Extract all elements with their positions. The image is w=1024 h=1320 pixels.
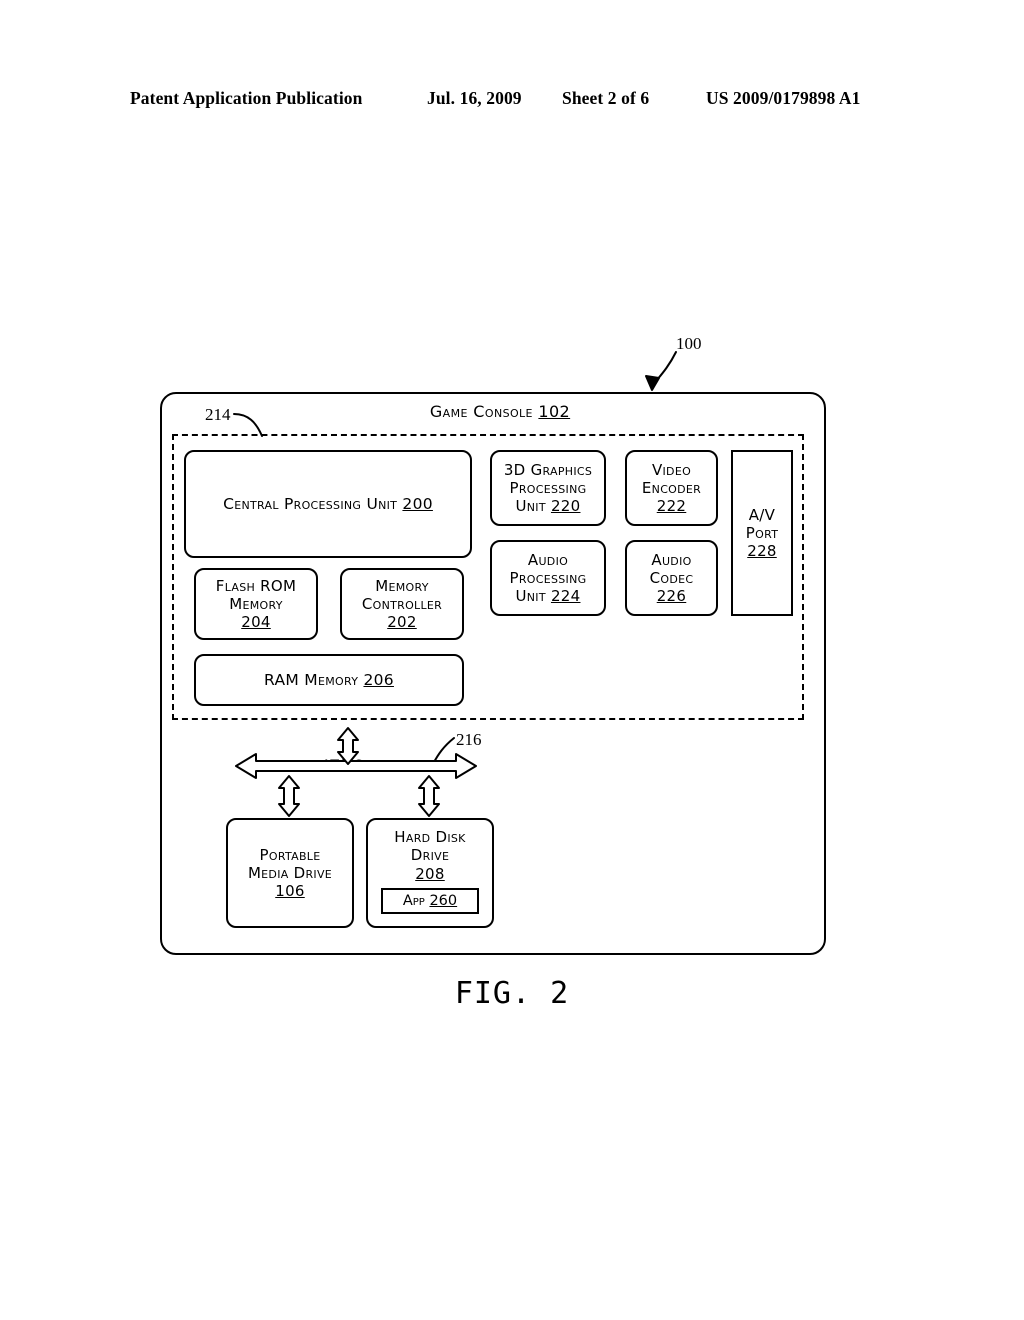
- flash-rom-label-line2: Memory: [229, 594, 283, 613]
- audio-codec-label-line2: Codec: [649, 568, 694, 587]
- leader-100-arrowhead: [645, 375, 660, 391]
- portable-media-drive-label-line1: Portable: [259, 845, 321, 864]
- ram-memory-ref: 206: [363, 670, 394, 689]
- flash-rom-label-line1: Flash ROM: [215, 576, 297, 595]
- app-label: App: [402, 893, 425, 909]
- gpu-ref: 220: [550, 497, 581, 516]
- leader-100: [651, 351, 677, 387]
- ram-memory-label: RAM Memory: [264, 670, 359, 689]
- hard-disk-drive-ref: 208: [415, 864, 445, 883]
- portable-media-drive-label-line2: Media Drive: [247, 863, 333, 882]
- block-av-port: A/V Port 228: [731, 450, 793, 616]
- callout-module-214: 214: [205, 405, 231, 424]
- video-encoder-label-line2: Encoder: [641, 478, 702, 497]
- memory-controller-label-line2: Controller: [361, 594, 443, 613]
- video-encoder-ref: 222: [656, 497, 687, 516]
- block-audio-processing-unit: Audio Processing Unit 224: [490, 540, 606, 616]
- figure-caption: FIG. 2: [454, 976, 570, 1011]
- av-port-label-line1: A/V: [748, 505, 776, 524]
- apu-ref: 224: [550, 587, 581, 606]
- block-ram-memory: RAM Memory 206: [194, 654, 464, 706]
- cpu-ref: 200: [402, 494, 433, 513]
- app-ref: 260: [429, 893, 458, 909]
- memory-controller-ref: 202: [387, 613, 417, 632]
- gpu-label-line2: Processing: [509, 478, 587, 497]
- apu-label-line2: Processing: [509, 568, 587, 587]
- cpu-label: Central Processing Unit: [223, 494, 398, 513]
- hard-disk-drive-label-line2: Drive: [410, 846, 450, 865]
- apu-label-line3: Unit: [515, 587, 546, 606]
- callout-system-100: 100: [676, 334, 702, 353]
- av-port-ref: 228: [747, 542, 777, 561]
- game-console-title: Game Console 102: [360, 402, 640, 421]
- block-flash-rom-memory: Flash ROM Memory 204: [194, 568, 318, 640]
- game-console-ref: 102: [538, 402, 571, 421]
- apu-label-line1: Audio: [527, 550, 569, 569]
- block-portable-media-drive: Portable Media Drive 106: [226, 818, 354, 928]
- gpu-label-line1: 3D Graphics: [503, 460, 593, 479]
- av-port-label-line2: Port: [745, 523, 779, 542]
- video-encoder-label-line1: Video: [651, 460, 692, 479]
- block-central-processing-unit: Central Processing Unit 200: [184, 450, 472, 558]
- block-3d-graphics-processing-unit: 3D Graphics Processing Unit 220: [490, 450, 606, 526]
- flash-rom-ref: 204: [241, 613, 271, 632]
- gpu-label-line3: Unit: [515, 497, 546, 516]
- block-memory-controller: Memory Controller 202: [340, 568, 464, 640]
- audio-codec-ref: 226: [656, 587, 687, 606]
- memory-controller-label-line1: Memory: [375, 576, 429, 595]
- hard-disk-drive-label-line1: Hard Disk: [394, 828, 466, 846]
- callout-bus-216: 216: [456, 730, 482, 749]
- game-console-title-text: Game Console: [429, 402, 533, 421]
- block-app: App 260: [381, 888, 479, 914]
- block-video-encoder: Video Encoder 222: [625, 450, 718, 526]
- portable-media-drive-ref: 106: [275, 882, 305, 901]
- figure-2-diagram: Game Console 102 Central Processing Unit…: [0, 0, 1024, 1320]
- audio-codec-label-line1: Audio: [651, 550, 692, 569]
- block-audio-codec: Audio Codec 226: [625, 540, 718, 616]
